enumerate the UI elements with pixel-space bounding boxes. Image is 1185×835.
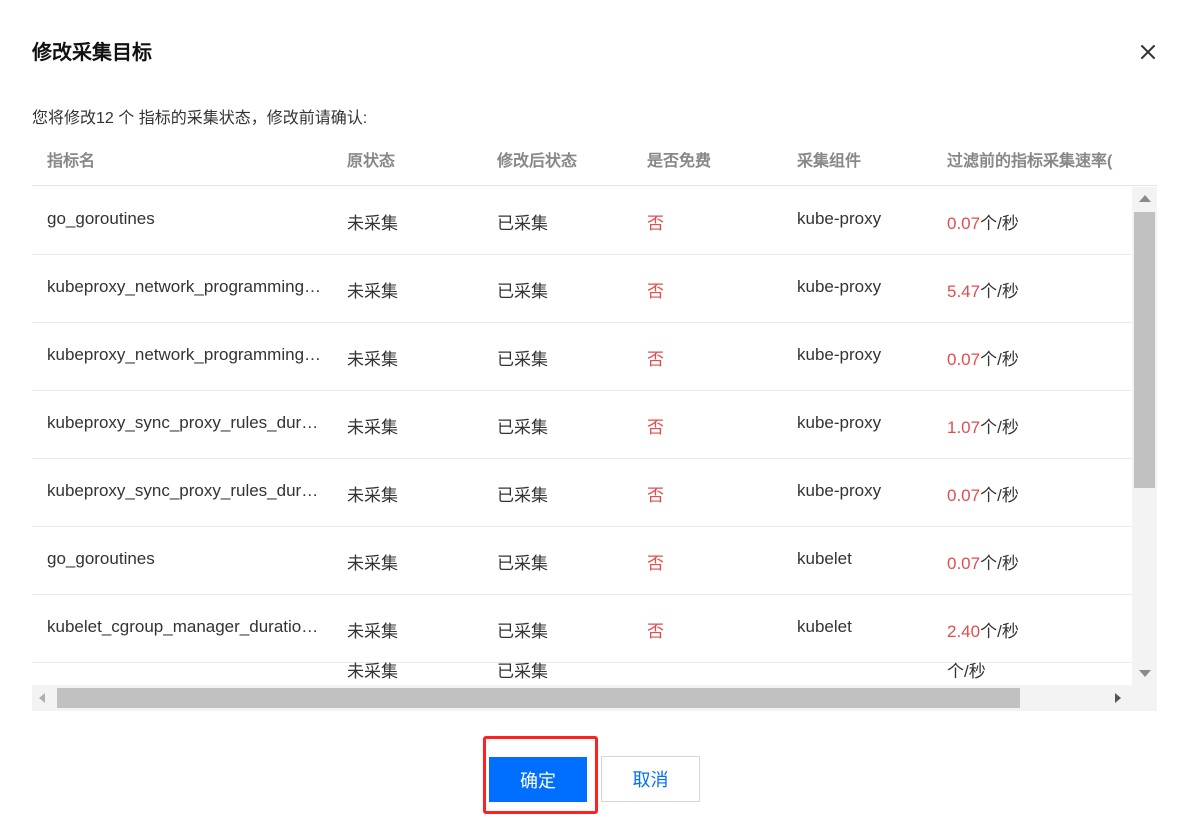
new-status: 已采集 [497,418,548,437]
table-row: 未采集 已采集 个/秒 [32,662,1132,685]
original-status: 未采集 [347,622,398,641]
table-header: 指标名 原状态 修改后状态 是否免费 采集组件 过滤前的指标采集速率( [32,133,1157,186]
column-header-rate[interactable]: 过滤前的指标采集速率( [947,147,1132,171]
column-header-new-status[interactable]: 修改后状态 [497,147,577,171]
column-header-component[interactable]: 采集组件 [797,147,861,171]
rate-unit: 个/秒 [980,418,1019,437]
rate-value: 0.07 [947,554,981,573]
component: kube-proxy [797,481,882,500]
is-free: 否 [647,622,664,641]
dialog-description: 您将修改12 个 指标的采集状态，修改前请确认: [32,110,368,127]
metric-name: go_goroutines [47,209,155,228]
collection-rate: 5.47个/秒 [947,277,1019,302]
original-status: 未采集 [347,214,398,233]
component: kube-proxy [797,345,882,364]
scroll-down-icon[interactable] [1139,670,1151,677]
rate-unit: 个/秒 [980,554,1019,573]
is-free: 否 [647,282,664,301]
component: kube-proxy [797,209,882,228]
original-status: 未采集 [347,418,398,437]
component: kubelet [797,617,852,636]
table-row: go_goroutines 未采集 已采集 否 kube-proxy 0.07个… [32,187,1132,255]
collection-rate: 2.40个/秒 [947,617,1019,642]
is-free: 否 [647,214,664,233]
is-free: 否 [647,350,664,369]
table-row: kubeproxy_network_programming_duration_s… [32,323,1132,391]
vertical-scroll-thumb[interactable] [1134,212,1155,488]
original-status: 未采集 [347,554,398,573]
new-status: 已采集 [497,350,548,369]
dialog-title: 修改采集目标 [32,42,152,64]
rate-value: 0.07 [947,214,981,233]
collection-rate: 0.07个/秒 [947,481,1019,506]
scroll-up-icon[interactable] [1139,195,1151,202]
metrics-table: 指标名 原状态 修改后状态 是否免费 采集组件 过滤前的指标采集速率( go_g… [32,133,1157,713]
confirm-button[interactable]: 确定 [489,757,587,802]
metric-name: kubeproxy_network_programming_duration_s… [47,345,322,364]
original-status: 未采集 [347,282,398,301]
new-status: 已采集 [497,622,548,641]
rate-unit: 个/秒 [980,622,1019,641]
rate-value: 0.07 [947,350,981,369]
new-status: 已采集 [497,486,548,505]
original-status: 未采集 [347,350,398,369]
table-row: kubeproxy_network_programming_duration_s… [32,255,1132,323]
metric-name: kubeproxy_sync_proxy_rules_duration_seco… [47,413,322,432]
metric-name: kubeproxy_sync_proxy_rules_duration_seco… [47,481,322,500]
component: kubelet [797,549,852,568]
original-status: 未采集 [347,486,398,505]
table-row: kubeproxy_sync_proxy_rules_duration_seco… [32,391,1132,459]
rate-value: 5.47 [947,282,981,301]
new-status: 已采集 [497,554,548,573]
collection-rate: 0.07个/秒 [947,549,1019,574]
metric-name: kubelet_cgroup_manager_duration_seconds_… [47,617,322,636]
original-status: 未采集 [347,662,398,681]
vertical-scrollbar[interactable] [1132,187,1157,685]
table-row: kubelet_cgroup_manager_duration_seconds_… [32,595,1132,663]
new-status: 已采集 [497,282,548,301]
horizontal-scrollbar[interactable] [32,685,1157,711]
collection-rate: 1.07个/秒 [947,413,1019,438]
collection-rate: 个/秒 [947,657,986,682]
is-free: 否 [647,486,664,505]
rate-value: 1.07 [947,418,981,437]
table-row: kubeproxy_sync_proxy_rules_duration_seco… [32,459,1132,527]
table-body: go_goroutines 未采集 已采集 否 kube-proxy 0.07个… [32,187,1132,685]
rate-unit: 个/秒 [980,350,1019,369]
component: kube-proxy [797,413,882,432]
new-status: 已采集 [497,662,548,681]
rate-unit: 个/秒 [980,282,1019,301]
new-status: 已采集 [497,214,548,233]
metric-name: kubeproxy_network_programming_duration_s… [47,277,322,296]
rate-unit: 个/秒 [980,214,1019,233]
scroll-right-icon[interactable] [1115,693,1121,703]
dialog-footer: 确定 取消 [0,735,1185,815]
is-free: 否 [647,554,664,573]
component: kube-proxy [797,277,882,296]
modify-collection-dialog: 修改采集目标 您将修改12 个 指标的采集状态，修改前请确认: 指标名 原状态 … [0,0,1185,835]
metric-name: go_goroutines [47,549,155,568]
rate-unit: 个/秒 [980,486,1019,505]
rate-value: 0.07 [947,486,981,505]
close-icon[interactable] [1136,40,1160,64]
column-header-metric-name[interactable]: 指标名 [47,147,95,171]
column-header-original-status[interactable]: 原状态 [347,147,395,171]
rate-unit: 个/秒 [947,662,986,681]
table-row: go_goroutines 未采集 已采集 否 kubelet 0.07个/秒 [32,527,1132,595]
scroll-left-icon[interactable] [39,693,45,703]
collection-rate: 0.07个/秒 [947,209,1019,234]
column-header-is-free[interactable]: 是否免费 [647,147,711,171]
collection-rate: 0.07个/秒 [947,345,1019,370]
rate-value: 2.40 [947,622,981,641]
horizontal-scroll-thumb[interactable] [57,688,1020,708]
cancel-button[interactable]: 取消 [601,756,700,802]
is-free: 否 [647,418,664,437]
